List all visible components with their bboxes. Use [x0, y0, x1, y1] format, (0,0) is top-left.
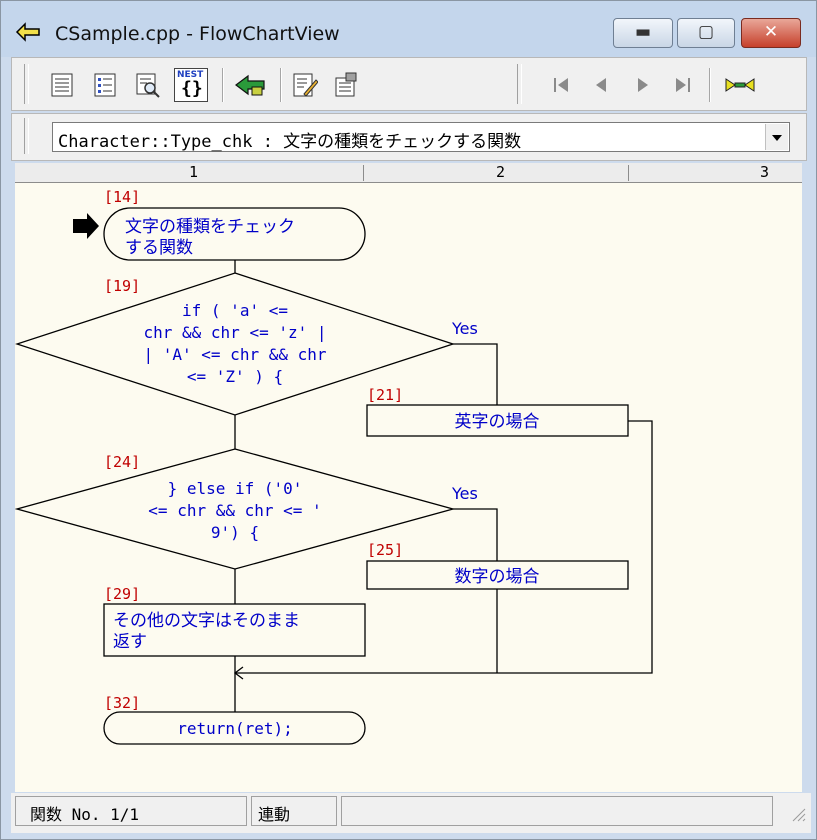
line-number: [32] — [104, 694, 140, 712]
toolbar-grip[interactable] — [24, 118, 29, 154]
function-select-bar: Character::Type_chk : 文字の種類をチェックする関数 — [11, 113, 807, 161]
line-number: [25] — [367, 541, 403, 559]
node-text: <= 'Z' ) { — [187, 367, 283, 386]
flowchart: .ln { font-family:"DejaVu Sans Mono", mo… — [15, 188, 653, 745]
minimize-button[interactable]: ▬ — [613, 18, 673, 48]
node-text: chr && chr <= 'z' | — [143, 323, 326, 342]
column-ruler: 1 2 3 — [15, 163, 802, 183]
toolbar-grip[interactable] — [517, 64, 522, 104]
chevron-down-icon — [772, 135, 782, 141]
app-icon — [15, 22, 40, 42]
last-icon[interactable] — [670, 72, 696, 98]
search-icon[interactable] — [135, 72, 161, 98]
app-window: CSample.cpp - FlowChartView ▬ ▢ ✕ NEST {… — [0, 0, 817, 840]
status-mode-text: 連動 — [258, 805, 291, 824]
house-arrow-icon[interactable] — [234, 72, 268, 98]
list-icon[interactable] — [49, 72, 75, 98]
function-select[interactable]: Character::Type_chk : 文字の種類をチェックする関数 — [52, 122, 790, 152]
node-text: if ( 'a' <= — [182, 301, 288, 320]
toolbar-separator — [222, 68, 224, 102]
ruler-divider — [363, 165, 364, 181]
status-extra — [341, 796, 773, 826]
flowchart-canvas[interactable]: .ln { font-family:"DejaVu Sans Mono", mo… — [15, 183, 802, 792]
status-function-position-text: 関数 No. 1/1 — [30, 805, 140, 824]
ruler-column-label: 2 — [496, 163, 506, 181]
ruler-divider — [628, 165, 629, 181]
dropdown-button[interactable] — [765, 124, 788, 150]
maximize-icon: ▢ — [697, 22, 715, 42]
status-mode: 連動 — [251, 796, 337, 826]
toolbar-grip[interactable] — [24, 64, 29, 104]
minimize-icon: ▬ — [634, 22, 652, 42]
title-bar[interactable]: CSample.cpp - FlowChartView ▬ ▢ ✕ — [1, 1, 816, 57]
yes-label: Yes — [451, 319, 478, 338]
ruler-column-label: 1 — [189, 163, 199, 181]
prev-icon[interactable] — [588, 72, 614, 98]
node-text: 数字の場合 — [455, 567, 540, 587]
resize-grip-icon[interactable] — [789, 805, 807, 823]
status-bar: 関数 No. 1/1 連動 — [11, 793, 811, 833]
current-position-arrow-icon — [73, 213, 99, 239]
maximize-button[interactable]: ▢ — [677, 18, 735, 48]
first-icon[interactable] — [548, 72, 574, 98]
node-text: 英字の場合 — [455, 412, 540, 432]
nest-button[interactable]: NEST {} — [174, 68, 208, 102]
node-text: 文字の種類をチェック — [125, 217, 295, 237]
flow-edge — [453, 343, 498, 405]
edit-icon[interactable] — [292, 72, 318, 98]
function-select-value: Character::Type_chk : 文字の種類をチェックする関数 — [58, 132, 522, 152]
next-icon[interactable] — [630, 72, 656, 98]
properties-icon[interactable] — [332, 72, 358, 98]
node-text: <= chr && chr <= ' — [148, 501, 321, 520]
node-text: その他の文字はそのまま — [113, 611, 300, 631]
ruler-column-label: 3 — [760, 163, 770, 181]
line-number: [21] — [367, 386, 403, 404]
node-text: する関数 — [125, 238, 193, 258]
node-text: return(ret); — [177, 719, 293, 738]
flowchart-node-start[interactable]: [14] 文字の種類をチェック する関数 — [103, 188, 366, 261]
close-icon: ✕ — [763, 22, 779, 42]
status-function-position: 関数 No. 1/1 — [15, 796, 247, 826]
line-number: [29] — [104, 585, 140, 603]
node-text: 返す — [113, 632, 147, 652]
toolbar-separator — [280, 68, 282, 102]
node-text: } else if ('0' — [168, 479, 303, 498]
line-number: [19] — [104, 277, 140, 295]
toolbar: NEST {} — [11, 57, 807, 111]
sync-icon[interactable] — [724, 72, 756, 98]
node-text: 9') { — [211, 523, 259, 542]
nest-braces-icon: {} — [181, 78, 203, 99]
flow-edge — [453, 508, 498, 561]
line-number: [14] — [104, 188, 140, 206]
yes-label: Yes — [451, 484, 478, 503]
toolbar-separator — [709, 68, 711, 102]
window-title: CSample.cpp - FlowChartView — [55, 23, 340, 45]
detail-icon[interactable] — [92, 72, 118, 98]
close-button[interactable]: ✕ — [741, 18, 801, 48]
node-text: | 'A' <= chr && chr — [143, 345, 326, 364]
line-number: [24] — [104, 453, 140, 471]
